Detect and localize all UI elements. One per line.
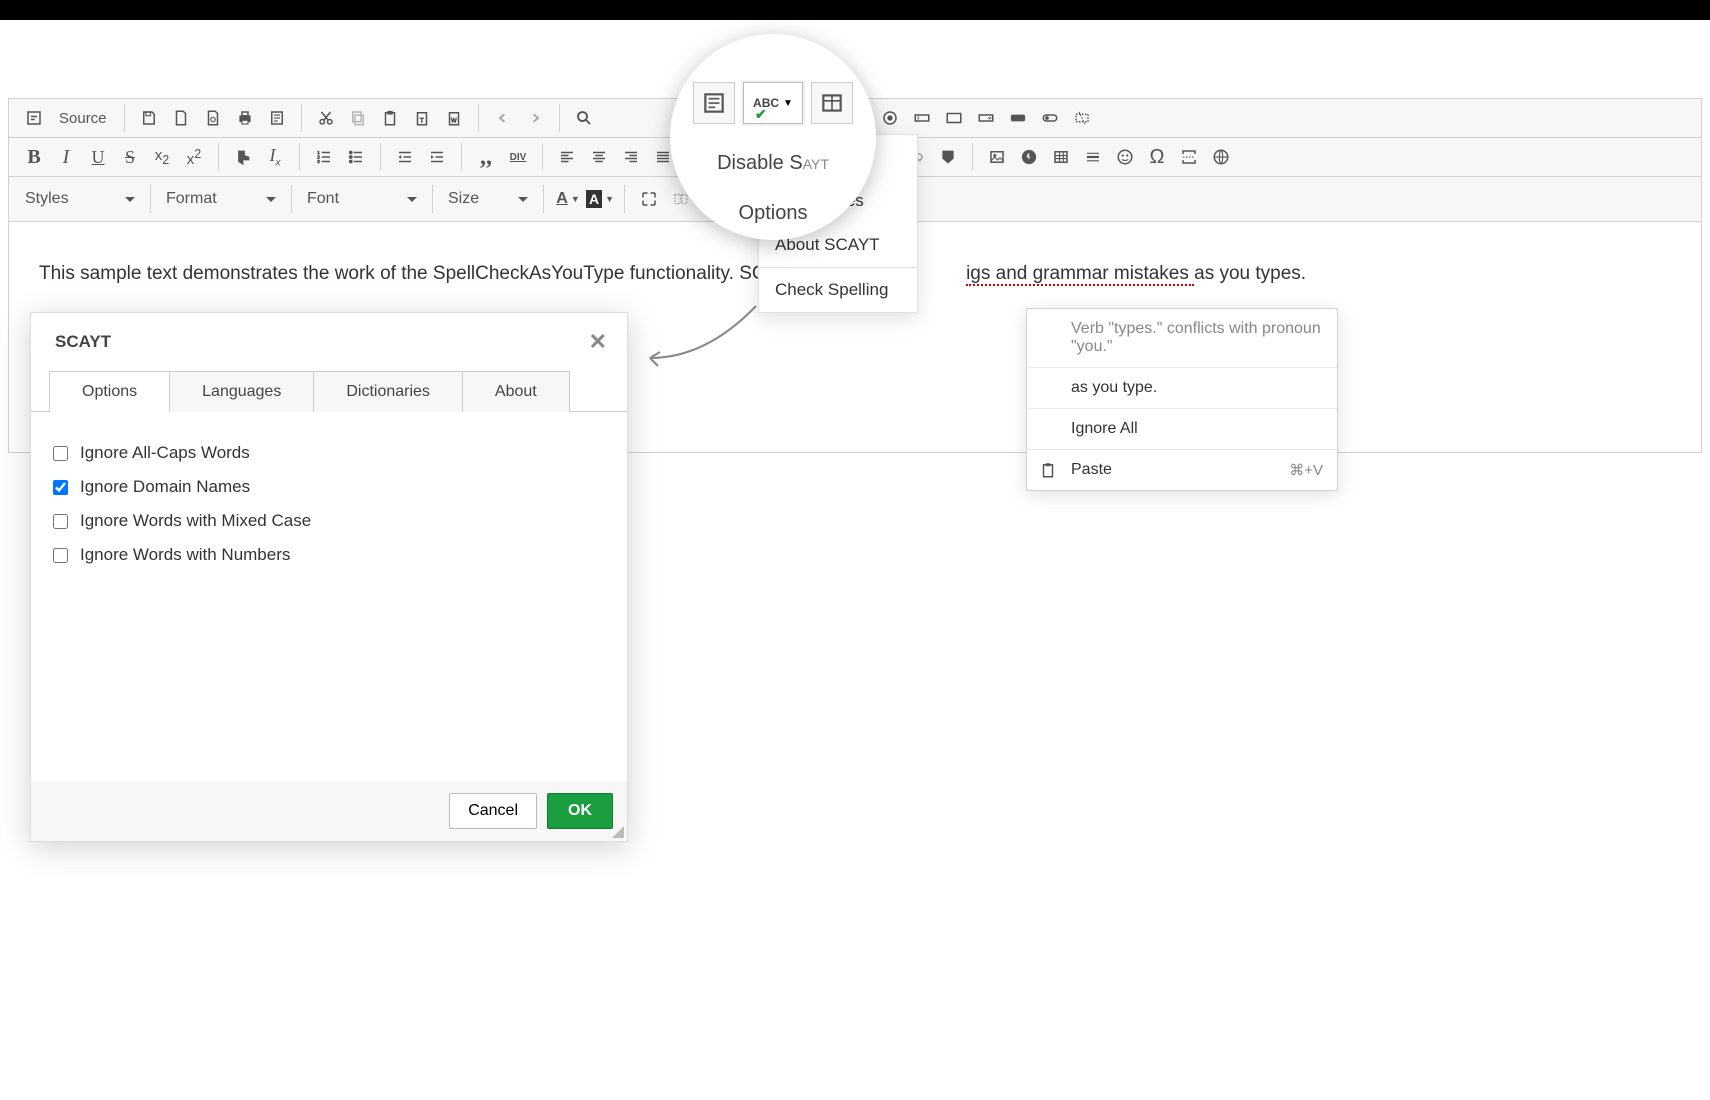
superscript-button[interactable]: x2 <box>179 142 209 172</box>
hiddenfield-tool-icon[interactable] <box>1067 103 1097 133</box>
paste-menuitem[interactable]: Paste ⌘+V <box>1027 450 1337 490</box>
textcolor-icon[interactable]: A▼ <box>553 184 583 214</box>
svg-text:W: W <box>451 119 457 125</box>
form-icon[interactable] <box>693 82 735 124</box>
font-combo[interactable]: Font <box>297 181 427 217</box>
align-center-icon[interactable] <box>584 142 614 172</box>
strike-button[interactable]: S <box>115 142 145 172</box>
align-left-icon[interactable] <box>552 142 582 172</box>
paste-word-icon[interactable]: W <box>439 103 469 133</box>
scayt-menu-checkspelling[interactable]: Check Spelling <box>759 268 917 312</box>
grammar-suggestion[interactable]: as you type. <box>1027 368 1337 409</box>
grammar-context-menu: Verb "types." conflicts with pronoun "yo… <box>1026 308 1338 491</box>
source-icon[interactable] <box>19 103 49 133</box>
grammar-info: Verb "types." conflicts with pronoun "yo… <box>1027 309 1337 368</box>
svg-text:T: T <box>419 118 423 125</box>
blockquote-icon[interactable]: ,, <box>471 142 501 172</box>
imagebutton-tool-icon[interactable] <box>1035 103 1065 133</box>
italic-button[interactable]: I <box>51 142 81 172</box>
dialog-tabs: Options Languages Dictionaries About <box>31 371 627 412</box>
button-tool-icon[interactable] <box>1003 103 1033 133</box>
radio-tool-icon[interactable] <box>875 103 905 133</box>
source-button[interactable]: Source <box>51 103 115 133</box>
textarea-tool-icon[interactable] <box>939 103 969 133</box>
textfield-tool-icon[interactable] <box>907 103 937 133</box>
subscript-button[interactable]: x2 <box>147 142 177 172</box>
callout-arrow <box>636 298 766 378</box>
bold-button[interactable]: B <box>19 142 49 172</box>
copyformat-icon[interactable] <box>228 142 258 172</box>
tab-options[interactable]: Options <box>49 371 170 412</box>
new-page-icon[interactable] <box>166 103 196 133</box>
zoom-callout: ABC✔▼ Disable SAYT Options <box>670 34 876 240</box>
redo-icon[interactable] <box>520 103 550 133</box>
align-right-icon[interactable] <box>616 142 646 172</box>
table-icon[interactable] <box>1046 142 1076 172</box>
find-icon[interactable] <box>569 103 599 133</box>
dialog-title: SCAYT <box>55 332 111 352</box>
flash-icon[interactable] <box>1014 142 1044 172</box>
option-domain[interactable]: Ignore Domain Names <box>53 470 605 504</box>
print-icon[interactable] <box>230 103 260 133</box>
cancel-button[interactable]: Cancel <box>449 793 537 829</box>
undo-icon[interactable] <box>488 103 518 133</box>
option-allcaps[interactable]: Ignore All-Caps Words <box>53 436 605 470</box>
tab-dictionaries[interactable]: Dictionaries <box>313 371 463 412</box>
underline-button[interactable]: U <box>83 142 113 172</box>
format-combo[interactable]: Format <box>156 181 286 217</box>
scayt-button[interactable]: ABC✔▼ <box>743 82 803 124</box>
content-text: This sample text demonstrates the work o… <box>39 263 806 284</box>
iframe-icon[interactable] <box>1206 142 1236 172</box>
scayt-dialog: SCAYT ✕ Options Languages Dictionaries A… <box>30 312 628 842</box>
cut-icon[interactable] <box>311 103 341 133</box>
anchor-icon[interactable] <box>933 142 963 172</box>
paste-shortcut: ⌘+V <box>1289 461 1323 479</box>
resize-grip[interactable] <box>612 826 624 838</box>
image-icon[interactable] <box>982 142 1012 172</box>
bulletlist-icon[interactable] <box>341 142 371 172</box>
maximize-icon[interactable] <box>634 184 664 214</box>
ok-button[interactable]: OK <box>547 793 613 829</box>
table-icon-zoom[interactable] <box>811 82 853 124</box>
styles-combo[interactable]: Styles <box>15 181 145 217</box>
creatediv-icon[interactable]: DIV <box>503 142 533 172</box>
paste-icon <box>1039 461 1057 479</box>
ignore-all[interactable]: Ignore All <box>1027 409 1337 450</box>
paste-icon[interactable] <box>375 103 405 133</box>
outdent-icon[interactable] <box>390 142 420 172</box>
scayt-menu-options[interactable]: Options <box>670 190 876 237</box>
option-numbers[interactable]: Ignore Words with Numbers <box>53 538 605 572</box>
bgcolor-icon[interactable]: A▼ <box>585 184 615 214</box>
hr-icon[interactable] <box>1078 142 1108 172</box>
smiley-icon[interactable] <box>1110 142 1140 172</box>
save-icon[interactable] <box>134 103 164 133</box>
size-combo[interactable]: Size <box>438 181 538 217</box>
preview-icon[interactable] <box>198 103 228 133</box>
tab-languages[interactable]: Languages <box>169 371 314 412</box>
templates-icon[interactable] <box>262 103 292 133</box>
window-top-bar <box>0 0 1710 20</box>
close-icon[interactable]: ✕ <box>589 329 607 355</box>
option-mixedcase[interactable]: Ignore Words with Mixed Case <box>53 504 605 538</box>
tab-about[interactable]: About <box>462 371 570 412</box>
svg-text:3: 3 <box>317 159 320 164</box>
paste-text-icon[interactable]: T <box>407 103 437 133</box>
specialchar-icon[interactable]: Ω <box>1142 142 1172 172</box>
copy-icon[interactable] <box>343 103 373 133</box>
removeformat-icon[interactable]: Ix <box>260 142 290 172</box>
pagebreak-icon[interactable] <box>1174 142 1204 172</box>
scayt-menu-disable[interactable]: Disable SAYT <box>670 140 876 187</box>
numberedlist-icon[interactable]: 123 <box>309 142 339 172</box>
indent-icon[interactable] <box>422 142 452 172</box>
dialog-body: Ignore All-Caps Words Ignore Domain Name… <box>31 411 627 781</box>
content-text: igs and grammar mistakes as you types. <box>966 263 1306 284</box>
select-tool-icon[interactable] <box>971 103 1001 133</box>
dialog-footer: Cancel OK <box>31 781 627 841</box>
